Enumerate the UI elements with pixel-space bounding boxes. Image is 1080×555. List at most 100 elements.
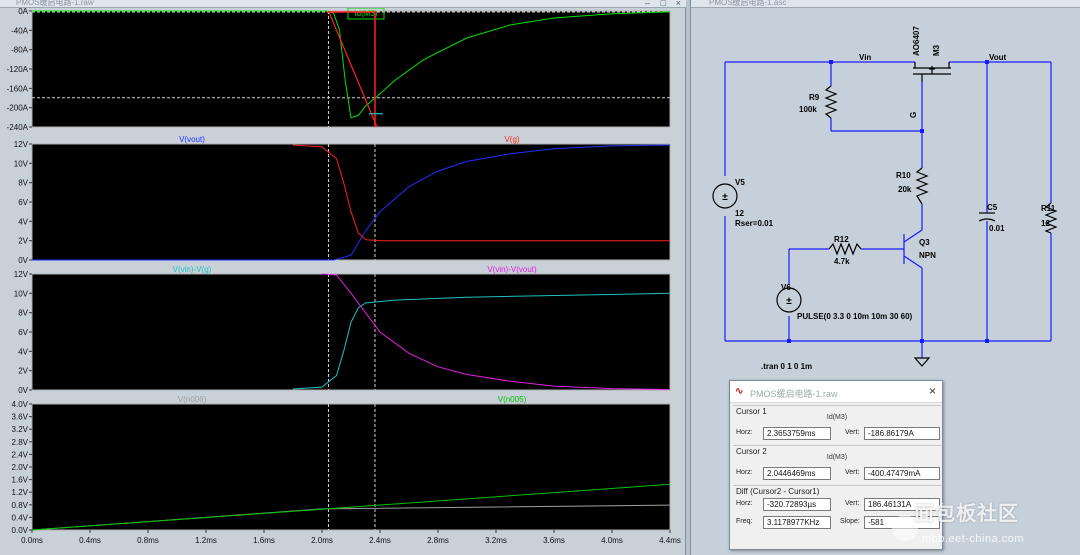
cursor-dialog-titlebar: ∿ PMOS缓启电路-1.raw × xyxy=(730,381,942,403)
diff-horz-label: Horz: xyxy=(736,500,753,507)
y-tick-label: 2V xyxy=(18,237,28,246)
x-tick-label: 2.8ms xyxy=(427,536,449,545)
waveform-window: PMOS缓启电路-1.raw – □ × 0A -40A -80A -120A -160… xyxy=(0,0,686,555)
x-tick-label: 2.4ms xyxy=(369,536,391,545)
label-r12-val: 4.7k xyxy=(834,257,850,266)
component-dots xyxy=(787,60,989,343)
y-tick-label: -160A xyxy=(7,84,29,93)
label-r11-val: 12 xyxy=(1041,219,1050,228)
trace-label: V(n006) xyxy=(178,395,207,404)
cursor2-horz-field[interactable]: 2.0446469ms xyxy=(763,467,831,480)
plot-pane-p4 xyxy=(31,403,671,531)
y-tick-label: 0V xyxy=(18,256,28,265)
schematic-titlebar: PMOS缓启电路-1.asc xyxy=(691,0,1080,8)
cursor2-vert-label: Vert: xyxy=(845,469,860,476)
trace-label: V(n005) xyxy=(498,395,527,404)
v6-polarity-icon: ± xyxy=(786,296,792,307)
y-tick-label: -40A xyxy=(11,26,29,35)
label-v5-val: 12 xyxy=(735,209,744,218)
cursor1-trace: Id(M3) xyxy=(826,414,848,421)
trace-label: V(g) xyxy=(504,135,519,144)
trace-label: V(vin)-V(vout) xyxy=(487,265,537,274)
plot-pane-p2 xyxy=(31,143,671,261)
close-icon[interactable]: × xyxy=(929,384,936,398)
y-tick-label: -120A xyxy=(7,65,29,74)
watermark-url: mbb.eet-china.com xyxy=(922,533,1025,545)
label-v6-name: V6 xyxy=(781,283,791,292)
y-tick-label: 0.4V xyxy=(12,513,29,522)
y-tick-label: 1.2V xyxy=(12,488,29,497)
x-tick-label: 1.2ms xyxy=(195,536,217,545)
y-tick-label: 12V xyxy=(14,140,29,149)
cursor2-horz-label: Horz: xyxy=(736,469,753,476)
cursor1-horz-field[interactable]: 2.3653759ms xyxy=(763,427,831,440)
cursor1-row: Horz: 2.3653759ms Vert: -186.86179A xyxy=(733,427,941,441)
y-tick-label: 3.6V xyxy=(12,413,29,422)
waveform-title: PMOS缓启电路-1.raw xyxy=(16,0,94,7)
cursor1-vert-label: Vert: xyxy=(845,429,860,436)
plot-pane-p3 xyxy=(31,273,671,391)
diff-horz-field[interactable]: -320.72893µs xyxy=(763,498,831,511)
y-tick-label: 10V xyxy=(14,159,29,168)
y-tick-label: -200A xyxy=(7,104,29,113)
x-tick-label: 2.0ms xyxy=(311,536,333,545)
diff-freq-label: Freq: xyxy=(736,518,753,525)
x-tick-label: 0.8ms xyxy=(137,536,159,545)
v5-polarity-icon: ± xyxy=(722,192,728,203)
diff-vert-label: Vert: xyxy=(845,500,860,507)
x-tick-label: 1.6ms xyxy=(253,536,275,545)
cursor1-vert-field[interactable]: -186.86179A xyxy=(864,427,940,440)
y-tick-label: 2.4V xyxy=(12,450,29,459)
label-r10-name: R10 xyxy=(896,171,911,180)
waveform-titlebar: PMOS缓启电路-1.raw – □ × xyxy=(0,0,686,8)
y-tick-label: 6V xyxy=(18,328,28,337)
y-tick-label: 10V xyxy=(14,289,29,298)
trace-label: V(vout) xyxy=(179,135,205,144)
cursor1-horz-label: Horz: xyxy=(736,429,753,436)
y-tick-label: 0A xyxy=(18,8,28,16)
label-vout: Vout xyxy=(989,53,1007,62)
cursor2-group: Cursor 2 Id(M3) Horz: 2.0446469ms Vert: … xyxy=(733,445,941,485)
label-r12-name: R12 xyxy=(834,235,849,244)
y-tick-label: 12V xyxy=(14,270,29,279)
cursor2-row: Horz: 2.0446469ms Vert: -400.47479mA xyxy=(733,467,941,481)
y-tick-label: 0V xyxy=(18,386,28,395)
label-vin: Vin xyxy=(859,53,871,62)
label-r9-val: 100k xyxy=(799,105,817,114)
y-tick-label: 0.8V xyxy=(12,501,29,510)
trace-label: V(vin)-V(g) xyxy=(173,265,212,274)
waveform-plot[interactable]: 0A-40A-80A-120A-160A-200A-240AId(M3)12V1… xyxy=(0,8,686,555)
label-r11-name: R11 xyxy=(1041,204,1056,213)
diff-slope-label: Slope: xyxy=(840,518,860,525)
label-r10-val: 20k xyxy=(898,185,912,194)
y-tick-label: 1.6V xyxy=(12,476,29,485)
x-tick-label: 0.4ms xyxy=(79,536,101,545)
y-tick-label: 0.0V xyxy=(12,526,29,535)
label-c5-val: 0.01 xyxy=(989,224,1005,233)
label-c5-name: C5 xyxy=(987,203,998,212)
y-tick-label: 2.0V xyxy=(12,463,29,472)
schematic-title: PMOS缓启电路-1.asc xyxy=(709,0,787,7)
y-tick-label: 4V xyxy=(18,347,28,356)
close-icon[interactable]: × xyxy=(676,0,681,8)
y-tick-label: 4V xyxy=(18,217,28,226)
watermark-text: 面包板社区 xyxy=(914,503,1019,525)
label-m3-name: M3 xyxy=(932,44,941,56)
maximize-icon[interactable]: □ xyxy=(661,0,666,8)
y-tick-label: 8V xyxy=(18,309,28,318)
minimize-icon[interactable]: – xyxy=(645,0,650,8)
diff-label: Diff (Cursor2 - Cursor1) xyxy=(736,487,820,496)
watermark: 面包板社区 mbb.eet-china.com xyxy=(892,495,1080,555)
label-v5-name: V5 xyxy=(735,178,745,187)
label-g: G xyxy=(909,112,918,118)
label-q3-model: NPN xyxy=(919,251,936,260)
ltspice-logo-icon: ∿ xyxy=(735,386,744,397)
y-tick-label: 2V xyxy=(18,367,28,376)
label-q3-name: Q3 xyxy=(919,238,930,247)
diff-freq-field[interactable]: 3.1178977KHz xyxy=(763,516,831,529)
label-v6-val: PULSE(0 3.3 0 10m 10m 30 60) xyxy=(797,312,913,321)
y-tick-label: -80A xyxy=(11,46,29,55)
cursor2-vert-field[interactable]: -400.47479mA xyxy=(864,467,940,480)
y-tick-label: 2.8V xyxy=(12,438,29,447)
x-tick-label: 3.6ms xyxy=(543,536,565,545)
